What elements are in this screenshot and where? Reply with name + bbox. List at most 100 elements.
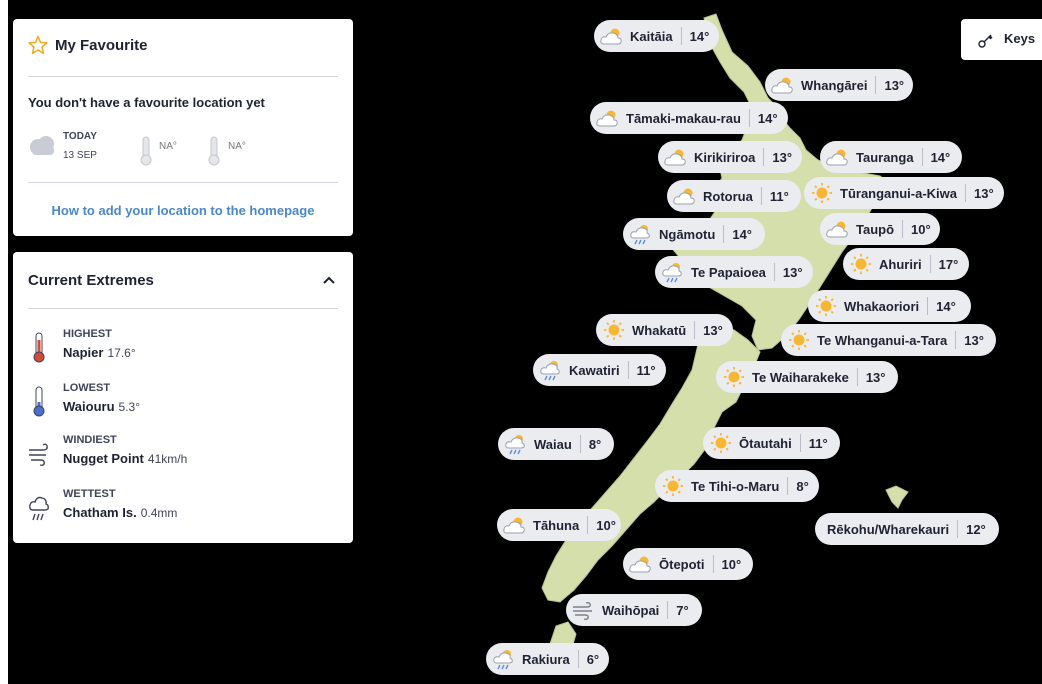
partly-cloudy-icon bbox=[503, 517, 525, 534]
location-pill[interactable]: Te Papaioea 13° bbox=[655, 256, 813, 288]
min-temp: NA° bbox=[228, 141, 246, 152]
location-pill[interactable]: Rēkohu/Wharekauri 12° bbox=[815, 513, 999, 545]
location-pill[interactable]: Waiau 8° bbox=[498, 428, 614, 460]
location-pill[interactable]: Ngāmotu 14° bbox=[623, 218, 765, 250]
cloudy-icon bbox=[30, 136, 54, 155]
sunny-icon bbox=[663, 476, 683, 496]
showers-icon bbox=[493, 650, 513, 670]
location-temp: 17° bbox=[938, 256, 959, 272]
location-temp: 10° bbox=[596, 517, 616, 533]
location-name: Rēkohu/Wharekauri bbox=[827, 521, 950, 537]
location-pill[interactable]: Tauranga 14° bbox=[820, 141, 962, 173]
separator bbox=[694, 321, 696, 339]
today-label: TODAY bbox=[63, 131, 97, 142]
sunny-icon bbox=[711, 433, 731, 453]
location-pill[interactable]: Kaitāia 14° bbox=[594, 20, 719, 52]
location-pill[interactable]: Ōtautahi 11° bbox=[703, 427, 840, 459]
location-pill[interactable]: Whakaoriori 14° bbox=[808, 290, 971, 322]
location-name: Kaitāia bbox=[630, 28, 673, 44]
location-name: Tūranganui-a-Kiwa bbox=[840, 185, 958, 201]
location-temp: 12° bbox=[966, 521, 986, 537]
location-name: Te Waiharakeke bbox=[752, 369, 849, 385]
location-temp: 13° bbox=[974, 185, 994, 201]
sunny-icon bbox=[789, 330, 809, 350]
separator bbox=[577, 650, 579, 668]
location-pill[interactable]: Whakatū 13° bbox=[596, 314, 733, 346]
location-name: Tāmaki-makau-rau bbox=[626, 110, 741, 126]
partly-cloudy-icon bbox=[596, 110, 618, 127]
location-pill[interactable]: Te Waiharakeke 13° bbox=[716, 361, 898, 393]
extremes-card: Current Extremes HIGHEST Napier 17.6° LOW… bbox=[13, 252, 353, 543]
chatham-islands bbox=[885, 485, 909, 509]
location-pill[interactable]: Te Tihi-o-Maru 8° bbox=[655, 470, 819, 502]
sunny-icon bbox=[812, 183, 832, 203]
partly-cloudy-icon bbox=[771, 77, 793, 94]
separator bbox=[587, 516, 589, 534]
separator bbox=[579, 435, 581, 453]
separator bbox=[787, 477, 789, 495]
location-temp: 14° bbox=[936, 298, 956, 314]
location-pill[interactable]: Kirikiriroa 13° bbox=[658, 141, 802, 173]
location-temp: 14° bbox=[689, 28, 710, 44]
location-pill[interactable]: Ōtepoti 10° bbox=[623, 548, 753, 580]
howto-link[interactable]: How to add your location to the homepage bbox=[13, 203, 353, 218]
location-temp: 7° bbox=[676, 602, 689, 618]
location-name: Te Whanganui-a-Tara bbox=[817, 332, 948, 348]
location-name: Kirikiriroa bbox=[694, 149, 756, 165]
location-pill[interactable]: Taupō 10° bbox=[820, 213, 940, 245]
divider bbox=[28, 308, 338, 309]
separator bbox=[965, 184, 967, 202]
location-name: Ngāmotu bbox=[659, 226, 716, 242]
location-name: Te Tihi-o-Maru bbox=[691, 478, 780, 494]
location-pill[interactable]: Whangārei 13° bbox=[765, 69, 913, 101]
thermometer-hot-icon bbox=[33, 332, 45, 363]
location-temp: 14° bbox=[757, 110, 778, 126]
location-pill[interactable]: Waihōpai 7° bbox=[566, 594, 702, 626]
location-temp: 13° bbox=[865, 369, 886, 385]
location-pill[interactable]: Te Whanganui-a-Tara 13° bbox=[781, 324, 996, 356]
location-pill[interactable]: Tāhuna 10° bbox=[497, 509, 621, 541]
location-name: Ahuriri bbox=[879, 256, 922, 272]
sunny-icon bbox=[816, 296, 836, 316]
separator bbox=[902, 220, 904, 238]
location-temp: 11° bbox=[636, 362, 656, 378]
location-pill[interactable]: Rotorua 11° bbox=[667, 180, 801, 212]
showers-icon bbox=[505, 435, 525, 455]
location-name: Whakatū bbox=[632, 322, 687, 338]
showers-icon bbox=[662, 263, 682, 283]
keys-button[interactable]: Keys bbox=[961, 19, 1042, 60]
location-pill[interactable]: Ahuriri 17° bbox=[843, 248, 969, 280]
thermometer-cold-icon bbox=[33, 386, 45, 417]
location-name: Te Papaioea bbox=[691, 264, 766, 280]
separator bbox=[763, 148, 765, 166]
location-temp: 11° bbox=[808, 435, 828, 451]
extremes-title: Current Extremes bbox=[28, 272, 154, 289]
location-name: Whangārei bbox=[801, 77, 868, 93]
chevron-up-icon[interactable] bbox=[321, 272, 337, 288]
showers-icon bbox=[540, 361, 560, 381]
separator bbox=[955, 331, 957, 349]
favourite-title: My Favourite bbox=[55, 37, 148, 54]
location-name: Tauranga bbox=[856, 149, 914, 165]
separator bbox=[680, 27, 682, 45]
location-name: Rotorua bbox=[703, 188, 753, 204]
location-temp: 8° bbox=[588, 436, 602, 452]
location-pill[interactable]: Tāmaki-makau-rau 14° bbox=[590, 102, 788, 134]
location-temp: 13° bbox=[884, 77, 905, 93]
partly-cloudy-icon bbox=[826, 149, 848, 166]
location-pill[interactable]: Rakiura 6° bbox=[486, 643, 609, 675]
star-outline-icon[interactable] bbox=[28, 35, 48, 55]
separator bbox=[667, 601, 669, 619]
location-pill[interactable]: Tūranganui-a-Kiwa 13° bbox=[804, 177, 1004, 209]
keys-label: Keys bbox=[1004, 31, 1036, 46]
sunny-icon bbox=[604, 320, 624, 340]
location-pill[interactable]: Kawatiri 11° bbox=[533, 354, 666, 386]
partly-cloudy-icon bbox=[673, 188, 695, 205]
location-temp: 13° bbox=[964, 332, 984, 348]
separator bbox=[927, 297, 929, 315]
partly-cloudy-icon bbox=[600, 28, 622, 45]
location-temp: 8° bbox=[796, 478, 809, 494]
separator bbox=[773, 263, 775, 281]
divider bbox=[28, 76, 338, 77]
separator bbox=[627, 361, 629, 379]
